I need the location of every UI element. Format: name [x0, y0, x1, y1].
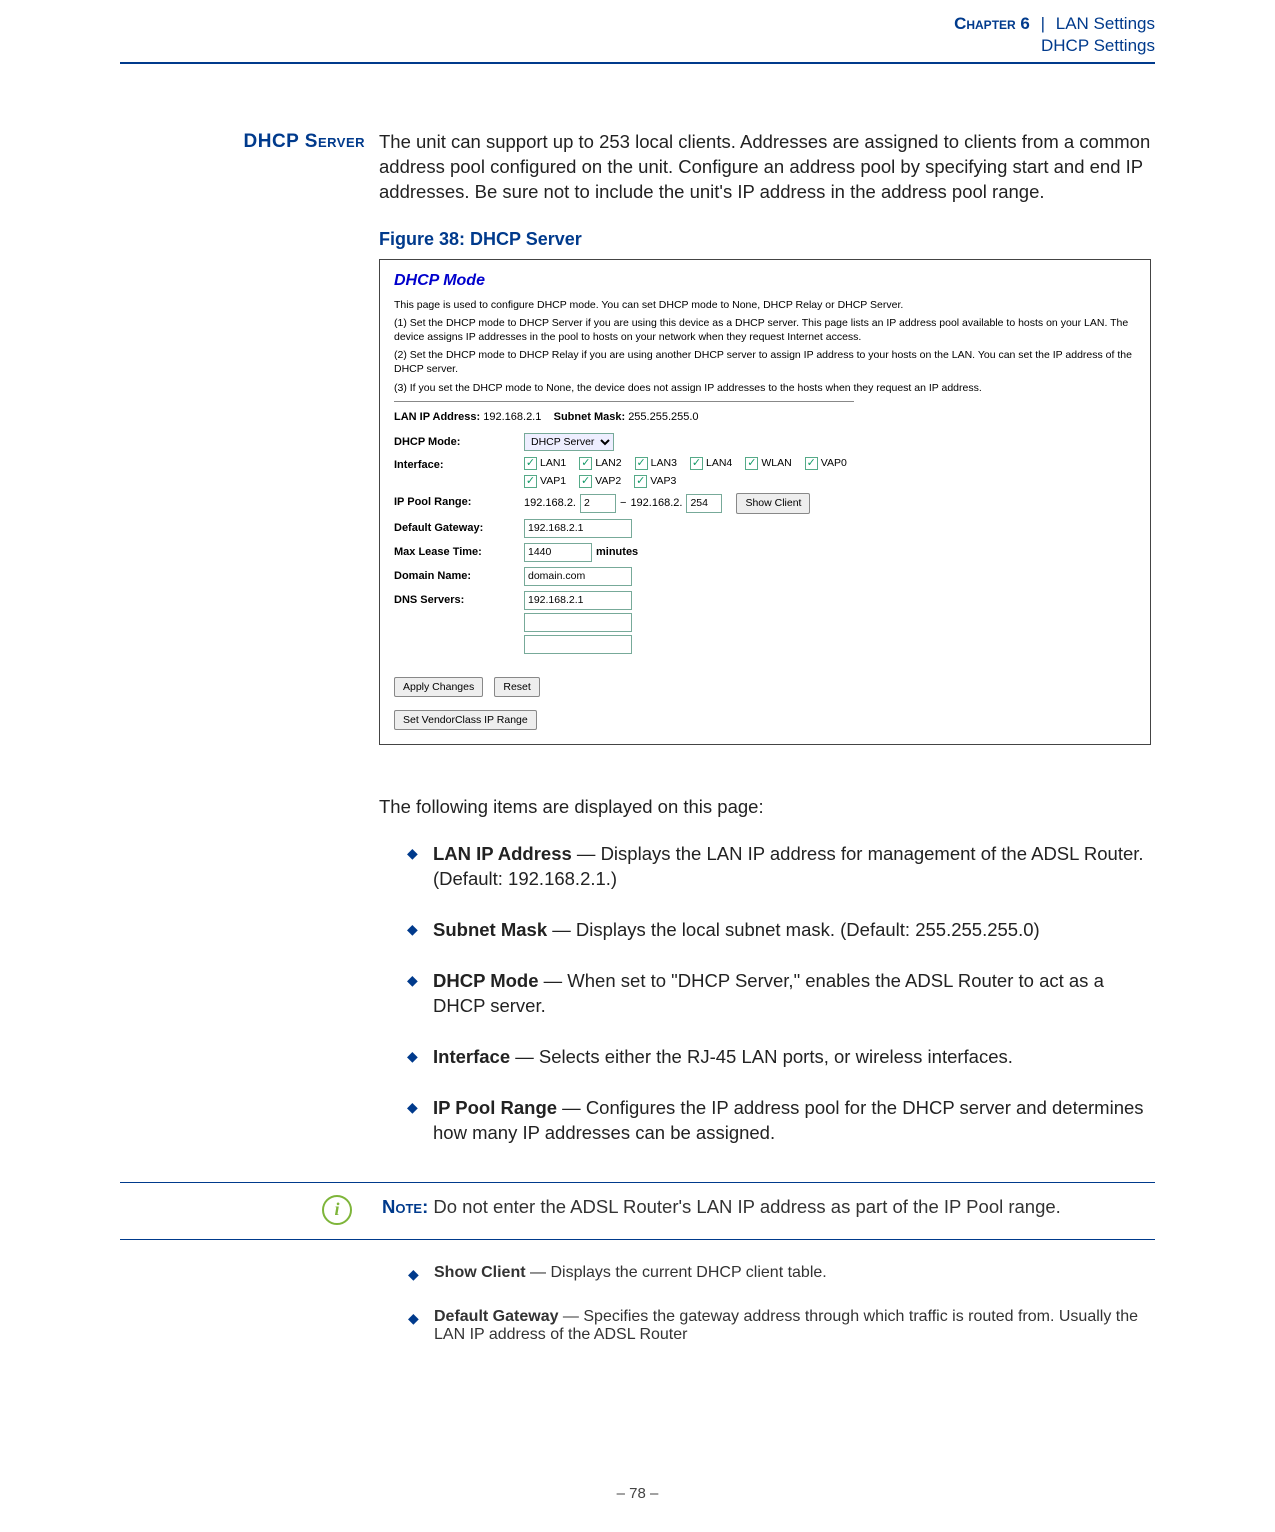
checkbox-lan4[interactable]: ✓LAN4	[690, 456, 732, 470]
default-gateway-label: Default Gateway:	[394, 519, 524, 536]
header-breadcrumb: Chapter 6 | LAN Settings	[120, 14, 1155, 34]
checkbox-lan3[interactable]: ✓LAN3	[635, 456, 677, 470]
note-rule-top	[120, 1182, 1155, 1183]
note-body: Do not enter the ADSL Router's LAN IP ad…	[428, 1196, 1061, 1217]
ip-pool-range-label: IP Pool Range:	[394, 493, 524, 510]
dhcp-mode-select[interactable]: DHCP Server	[524, 433, 614, 451]
figure-title: DHCP Mode	[394, 270, 1136, 292]
bullet-lead: Show Client	[434, 1264, 526, 1281]
max-lease-label: Max Lease Time:	[394, 543, 524, 560]
note-rule-bottom	[120, 1239, 1155, 1240]
note-callout: i Note: Do not enter the ADSL Router's L…	[380, 1182, 1155, 1240]
check-icon: ✓	[745, 457, 758, 470]
page-header: Chapter 6 | LAN Settings DHCP Settings	[120, 0, 1155, 64]
dns-server-3-input[interactable]	[524, 635, 632, 654]
checkbox-lan1[interactable]: ✓LAN1	[524, 456, 566, 470]
interface-label: Interface:	[394, 456, 524, 473]
check-icon: ✓	[635, 457, 648, 470]
note-text: Note: Do not enter the ADSL Router's LAN…	[382, 1195, 1155, 1220]
note-lead: Note:	[382, 1196, 428, 1217]
checkbox-vap0[interactable]: ✓VAP0	[805, 456, 847, 470]
bullet-rest: — Displays the current DHCP client table…	[526, 1264, 827, 1281]
interface-checkboxes: ✓LAN1 ✓LAN2 ✓LAN3 ✓LAN4 ✓WLAN ✓VAP0 ✓VAP…	[524, 456, 857, 489]
list-item: Default Gateway — Specifies the gateway …	[408, 1308, 1155, 1344]
chapter-label: Chapter 6	[954, 14, 1030, 33]
dhcp-mode-label: DHCP Mode:	[394, 433, 524, 450]
check-icon: ✓	[579, 457, 592, 470]
set-vendorclass-button[interactable]: Set VendorClass IP Range	[394, 710, 537, 730]
lan-ip-label: LAN IP Address:	[394, 411, 480, 423]
checkbox-lan2[interactable]: ✓LAN2	[579, 456, 621, 470]
ip-pool-prefix-2: 192.168.2.	[630, 496, 682, 511]
bullet-list-2: Show Client — Displays the current DHCP …	[408, 1264, 1155, 1344]
bullet-lead: Interface	[433, 1046, 510, 1067]
list-item: IP Pool Range — Configures the IP addres…	[407, 1096, 1155, 1146]
max-lease-input[interactable]	[524, 543, 592, 562]
check-icon: ✓	[634, 475, 647, 488]
header-separator: |	[1041, 14, 1045, 33]
check-icon: ✓	[579, 475, 592, 488]
ip-pool-dash: −	[620, 496, 626, 511]
intro-paragraph: The unit can support up to 253 local cli…	[379, 130, 1155, 205]
bullet-lead: Subnet Mask	[433, 919, 547, 940]
bullet-lead: DHCP Mode	[433, 970, 539, 991]
side-heading: DHCP Server	[120, 130, 379, 1172]
domain-name-label: Domain Name:	[394, 567, 524, 584]
checkbox-vap1[interactable]: ✓VAP1	[524, 474, 566, 488]
bullet-list-1: LAN IP Address — Displays the LAN IP add…	[407, 842, 1155, 1146]
subnet-mask-label: Subnet Mask:	[554, 411, 626, 423]
check-icon: ✓	[805, 457, 818, 470]
dns-server-2-input[interactable]	[524, 613, 632, 632]
figure-caption: Figure 38: DHCP Server	[379, 227, 1155, 251]
check-icon: ✓	[524, 475, 537, 488]
figure-dhcp-mode: DHCP Mode This page is used to configure…	[379, 259, 1151, 745]
dns-servers-label: DNS Servers:	[394, 591, 524, 608]
list-item: Subnet Mask — Displays the local subnet …	[407, 918, 1155, 943]
ip-pool-prefix-1: 192.168.2.	[524, 496, 576, 511]
lan-ip-value: 192.168.2.1	[483, 411, 541, 423]
checkbox-vap2[interactable]: ✓VAP2	[579, 474, 621, 488]
check-icon: ✓	[690, 457, 703, 470]
show-client-button[interactable]: Show Client	[736, 493, 810, 513]
list-item: Show Client — Displays the current DHCP …	[408, 1264, 1155, 1282]
lan-info-line: LAN IP Address: 192.168.2.1 Subnet Mask:…	[394, 410, 1136, 425]
dns-server-1-input[interactable]	[524, 591, 632, 610]
reset-button[interactable]: Reset	[494, 677, 539, 697]
header-section: LAN Settings	[1056, 14, 1155, 33]
checkbox-wlan[interactable]: ✓WLAN	[745, 456, 791, 470]
ip-pool-end-input[interactable]	[686, 494, 722, 513]
ip-pool-start-input[interactable]	[580, 494, 616, 513]
figure-divider	[394, 401, 854, 402]
max-lease-unit: minutes	[596, 545, 638, 560]
info-icon: i	[322, 1195, 352, 1225]
subnet-mask-value: 255.255.255.0	[628, 411, 698, 423]
header-subsection: DHCP Settings	[120, 36, 1155, 56]
page-number: – 78 –	[0, 1485, 1275, 1502]
figure-desc-3: (3) If you set the DHCP mode to None, th…	[394, 381, 1136, 395]
bullet-lead: LAN IP Address	[433, 843, 572, 864]
figure-desc-2: (2) Set the DHCP mode to DHCP Relay if y…	[394, 348, 1136, 376]
bullet-lead: IP Pool Range	[433, 1097, 557, 1118]
list-item: DHCP Mode — When set to "DHCP Server," e…	[407, 969, 1155, 1019]
check-icon: ✓	[524, 457, 537, 470]
content-column: The unit can support up to 253 local cli…	[379, 130, 1155, 1172]
list-item: Interface — Selects either the RJ-45 LAN…	[407, 1045, 1155, 1070]
apply-changes-button[interactable]: Apply Changes	[394, 677, 483, 697]
bullet-rest: — Displays the local subnet mask. (Defau…	[547, 919, 1040, 940]
after-figure-lead: The following items are displayed on thi…	[379, 795, 1155, 820]
figure-desc-intro: This page is used to configure DHCP mode…	[394, 298, 1136, 312]
default-gateway-input[interactable]	[524, 519, 632, 538]
bullet-lead: Default Gateway	[434, 1308, 558, 1325]
domain-name-input[interactable]	[524, 567, 632, 586]
bullet-rest: — Selects either the RJ-45 LAN ports, or…	[510, 1046, 1013, 1067]
list-item: LAN IP Address — Displays the LAN IP add…	[407, 842, 1155, 892]
figure-desc-1: (1) Set the DHCP mode to DHCP Server if …	[394, 316, 1136, 344]
checkbox-vap3[interactable]: ✓VAP3	[634, 474, 676, 488]
